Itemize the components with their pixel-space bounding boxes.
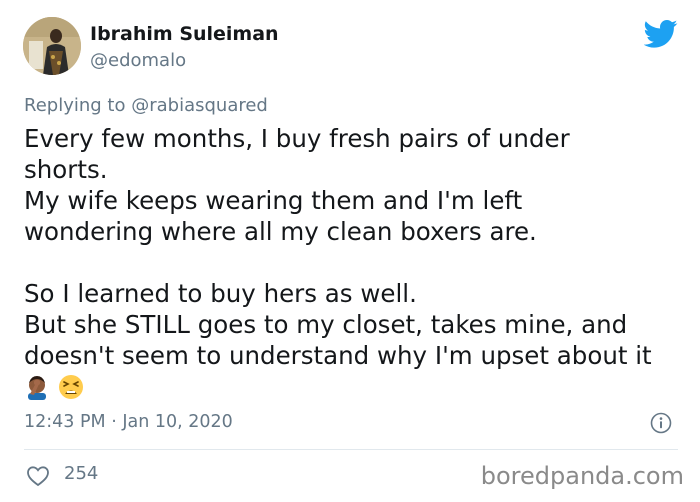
twitter-bird-icon[interactable] (644, 19, 678, 49)
tweet-timestamp[interactable]: 12:43 PM · Jan 10, 2020 (24, 412, 233, 432)
display-name[interactable]: Ibrahim Suleiman (90, 23, 279, 45)
tweet-line: My wife keeps wearing them and I'm left (24, 186, 523, 215)
info-icon[interactable] (650, 412, 672, 434)
heart-icon[interactable] (26, 465, 50, 487)
avatar[interactable] (23, 17, 81, 75)
tweet-line: doesn't seem to understand why I'm upset… (24, 341, 652, 370)
replying-prefix: Replying to (24, 95, 126, 116)
man-facepalming-emoji (28, 376, 46, 400)
tweet-line: But she STILL goes to my closet, takes m… (24, 310, 628, 339)
tweet-line: shorts. (24, 155, 108, 184)
tired-face-emoji (59, 375, 83, 399)
tweet-text: Every few months, I buy fresh pairs of u… (24, 123, 694, 402)
emoji-row (24, 371, 694, 402)
avatar-photo (23, 17, 81, 75)
like-count: 254 (64, 463, 99, 484)
reply-mention-link[interactable]: @rabiasquared (131, 95, 268, 116)
replying-to: Replying to @rabiasquared (24, 95, 268, 116)
user-handle[interactable]: @edomalo (90, 50, 186, 71)
divider (24, 449, 678, 450)
watermark: boredpanda.com (480, 462, 684, 490)
tweet-line: wondering where all my clean boxers are. (24, 217, 537, 246)
tweet-line: So I learned to buy hers as well. (24, 279, 417, 308)
tweet-line: Every few months, I buy fresh pairs of u… (24, 124, 570, 153)
